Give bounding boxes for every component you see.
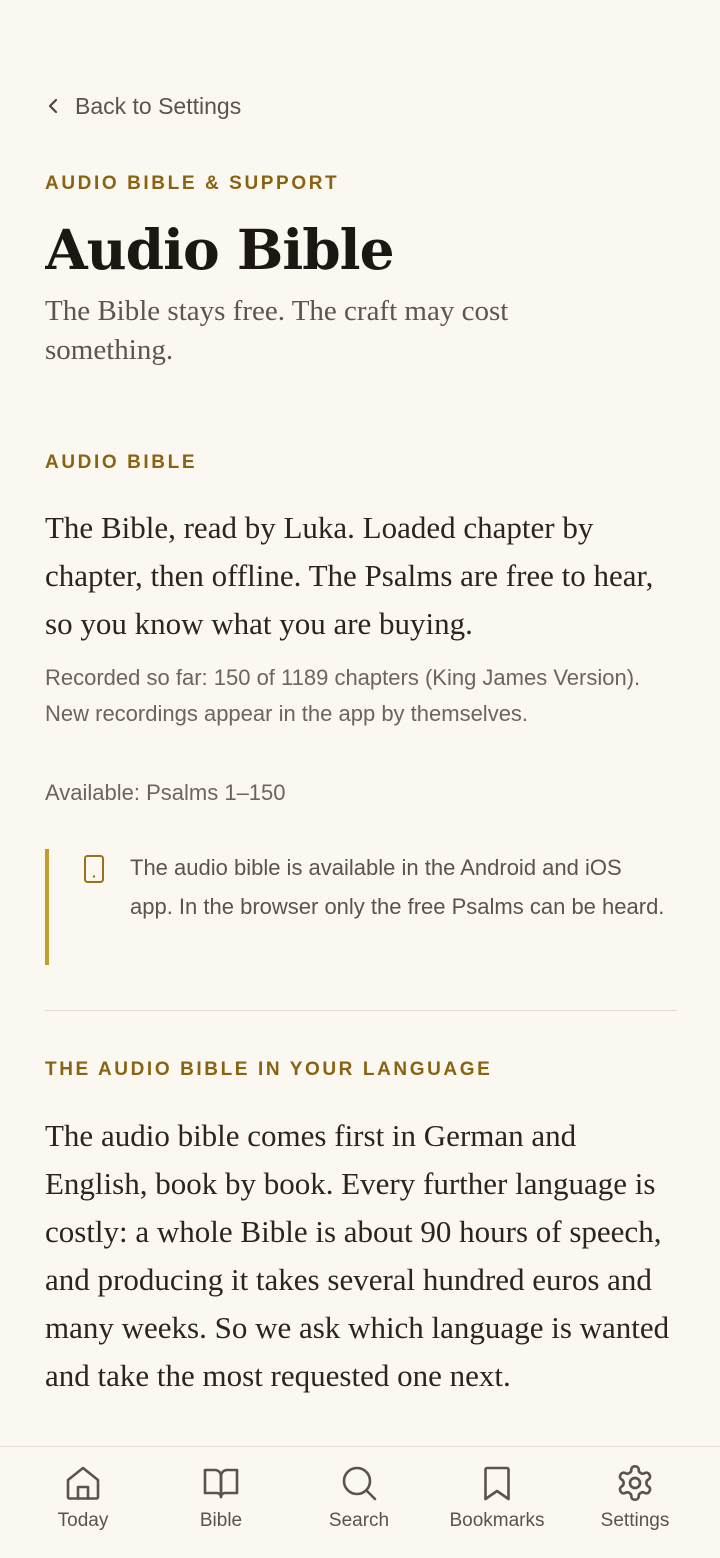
audio-section-lead: The Bible, read by Luka. Loaded chapter … — [45, 510, 654, 641]
bottom-tab-bar: Today Bible Search Bookmarks Settings — [0, 1446, 720, 1558]
search-icon — [342, 1466, 377, 1501]
available-chapters: Available: Psalms 1–150 — [45, 780, 286, 805]
language-section-lead: The audio bible comes first in German an… — [45, 1118, 670, 1393]
book-icon — [203, 1468, 239, 1499]
tab-search[interactable]: Search — [290, 1447, 428, 1558]
page-subtitle: The Bible stays free. The craft may cost… — [45, 295, 509, 366]
tab-bookmarks[interactable]: Bookmarks — [428, 1447, 566, 1558]
language-section-heading: THE AUDIO BIBLE IN YOUR LANGUAGE — [45, 1059, 493, 1080]
tab-label: Today — [57, 1510, 109, 1531]
chevron-left-icon — [48, 98, 58, 114]
gear-icon — [618, 1465, 652, 1501]
tab-label: Bible — [199, 1510, 243, 1531]
audio-section-heading: AUDIO BIBLE — [45, 452, 198, 473]
recorded-progress-note: Recorded so far: 150 of 1189 chapters (K… — [45, 665, 641, 726]
back-to-settings-link[interactable]: Back to Settings — [45, 90, 241, 122]
tab-label: Bookmarks — [449, 1510, 545, 1531]
tab-today[interactable]: Today — [14, 1447, 152, 1558]
settings-detail-page: Back to Settings AUDIO BIBLE & SUPPORT A… — [45, 0, 677, 1446]
page-title: Audio Bible — [45, 217, 395, 282]
tab-settings[interactable]: Settings — [566, 1447, 704, 1558]
section-divider — [45, 1010, 677, 1011]
app-availability-notice: The audio bible is available in the Andr… — [45, 849, 677, 965]
home-icon — [66, 1466, 100, 1500]
tab-label: Settings — [600, 1510, 670, 1531]
tab-bible[interactable]: Bible — [152, 1447, 290, 1558]
phone-icon — [84, 855, 104, 883]
tab-label: Search — [328, 1510, 390, 1531]
page-eyebrow: AUDIO BIBLE & SUPPORT — [45, 173, 340, 194]
bookmark-icon — [484, 1466, 510, 1501]
notice-text: The audio bible is available in the Andr… — [130, 855, 665, 919]
back-link-label: Back to Settings — [75, 92, 242, 119]
